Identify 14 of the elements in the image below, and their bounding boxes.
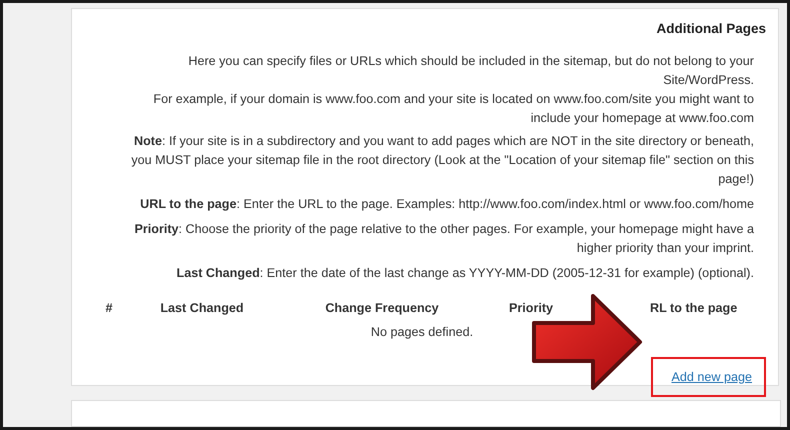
column-header: Last Changed: [159, 300, 245, 317]
column-header: Change Frequency: [324, 300, 440, 317]
empty-message: No pages defined.: [370, 324, 474, 341]
column-header: Priority: [508, 300, 554, 317]
column-header: RL to the page: [649, 300, 738, 317]
help-text: URL to the page: Enter the URL to the page. Examples: http://www.foo.com/index.html or www.foo.com/home: [139, 196, 754, 213]
help-text: Note: If your site is in a subdirectory and you want to add pages which are NOT in the site directory or beneath, you MUST place your sitemap file in the root directory (Look at the "Location of your sitemap file" section on this page!): [130, 133, 754, 188]
help-text: Priority: Choose the priority of the page relative to the other pages. For example, your homepage might have a higher priority than your imprint.: [133, 221, 754, 257]
description-text: Here you can specify files or URLs which should be included in the sitemap, but do not belong to your Site/WordPress.: [187, 53, 754, 89]
add-page-link[interactable]: Add new page: [651, 357, 766, 397]
help-text: Last Changed: Enter the date of the last change as YYYY-MM-DD (2005-12-31 for example) (optional).: [176, 265, 754, 282]
column-header: #: [104, 300, 114, 317]
description-text: For example, if your domain is www.foo.com and your site is located on www.foo.com/site you might want to include your homepage at www.foo.com: [152, 91, 754, 127]
section-title: Additional Pages: [655, 21, 766, 36]
